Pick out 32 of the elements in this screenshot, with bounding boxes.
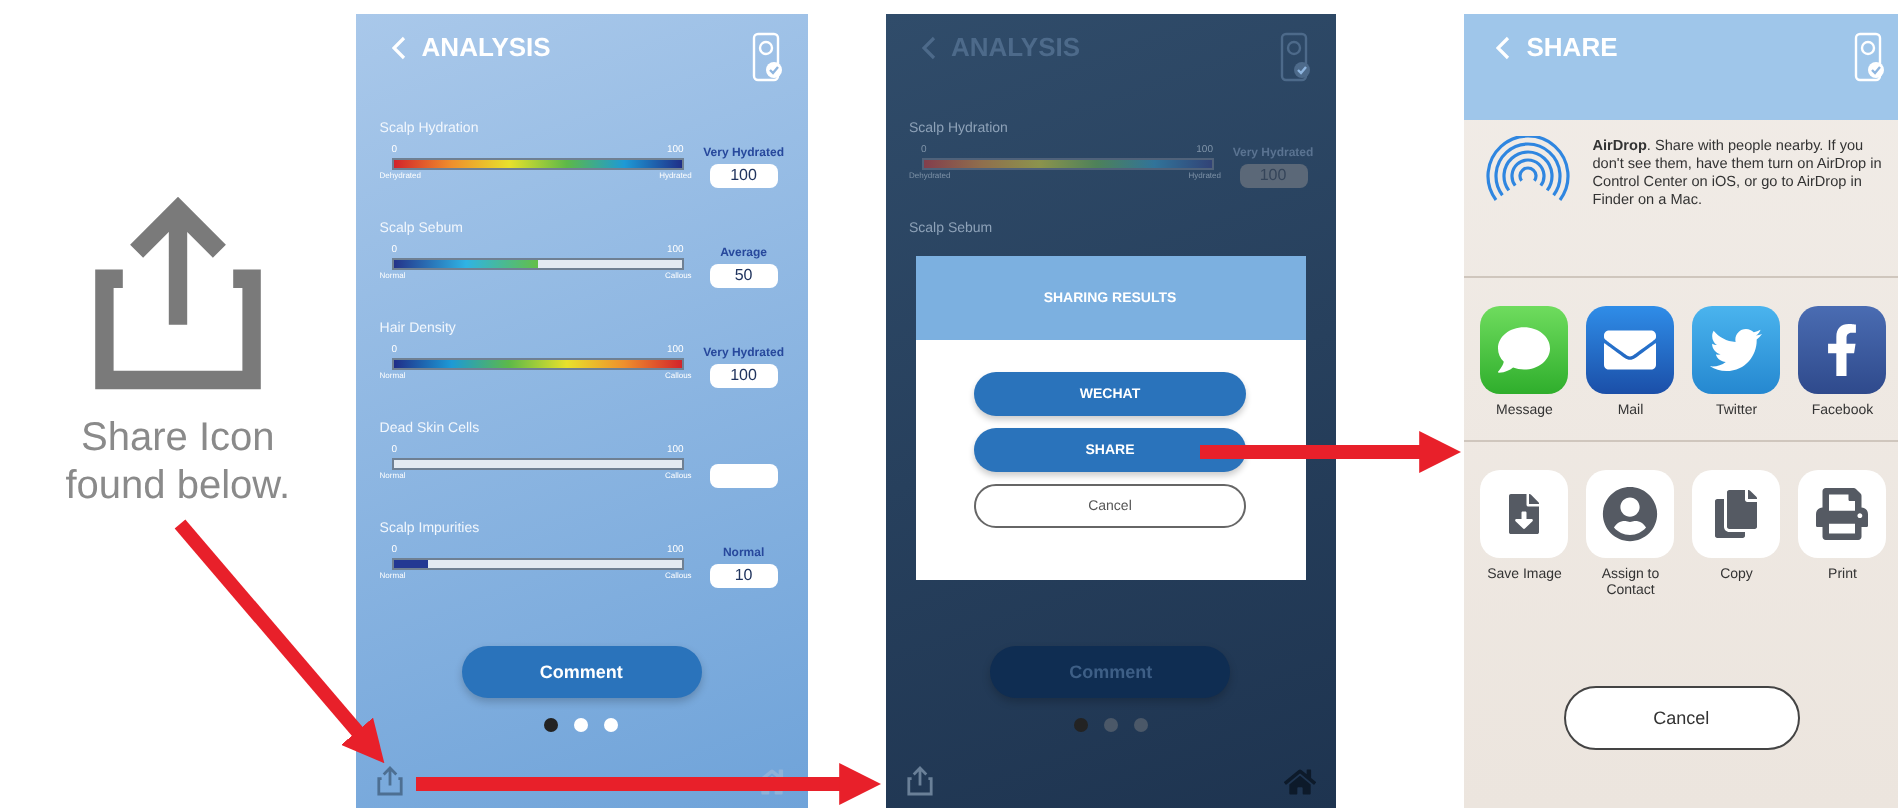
caption-text: Share Icon found below. (63, 414, 293, 511)
phone-check-icon[interactable] (1854, 32, 1886, 84)
facebook-icon[interactable] (1798, 306, 1887, 394)
page-dot[interactable] (1073, 718, 1088, 732)
page-dot[interactable] (1103, 718, 1118, 732)
phone-check-icon[interactable] (1280, 32, 1313, 84)
bird-icon[interactable] (1692, 306, 1781, 394)
cancel-button[interactable]: Cancel (1563, 686, 1800, 750)
printer-icon[interactable] (1798, 470, 1887, 558)
share-icon[interactable] (375, 766, 404, 798)
copy-icon[interactable] (1692, 470, 1781, 558)
download-icon[interactable] (1480, 470, 1569, 558)
page-dot[interactable] (1133, 718, 1148, 732)
mail-icon[interactable] (1586, 306, 1675, 394)
share-icon[interactable] (905, 766, 933, 798)
speech-bubble-icon[interactable] (1480, 306, 1569, 394)
page-dot[interactable] (604, 718, 619, 732)
value-field: 100 (709, 164, 778, 188)
home-icon[interactable] (1284, 766, 1317, 798)
value-field: 10 (709, 564, 778, 588)
value-field: 100 (709, 364, 778, 388)
screen-title: SHARE (1526, 32, 1618, 62)
screen-title: ANALYSIS (421, 32, 551, 62)
phone-check-icon[interactable] (751, 32, 784, 84)
back-icon[interactable] (921, 35, 935, 59)
comment-button[interactable]: Comment (461, 646, 702, 698)
person-icon[interactable] (1586, 470, 1675, 558)
home-icon[interactable] (755, 766, 788, 798)
value-field: 50 (709, 264, 778, 288)
value-field (709, 464, 778, 488)
page-dot[interactable] (544, 718, 559, 732)
page-dot[interactable] (574, 718, 589, 732)
